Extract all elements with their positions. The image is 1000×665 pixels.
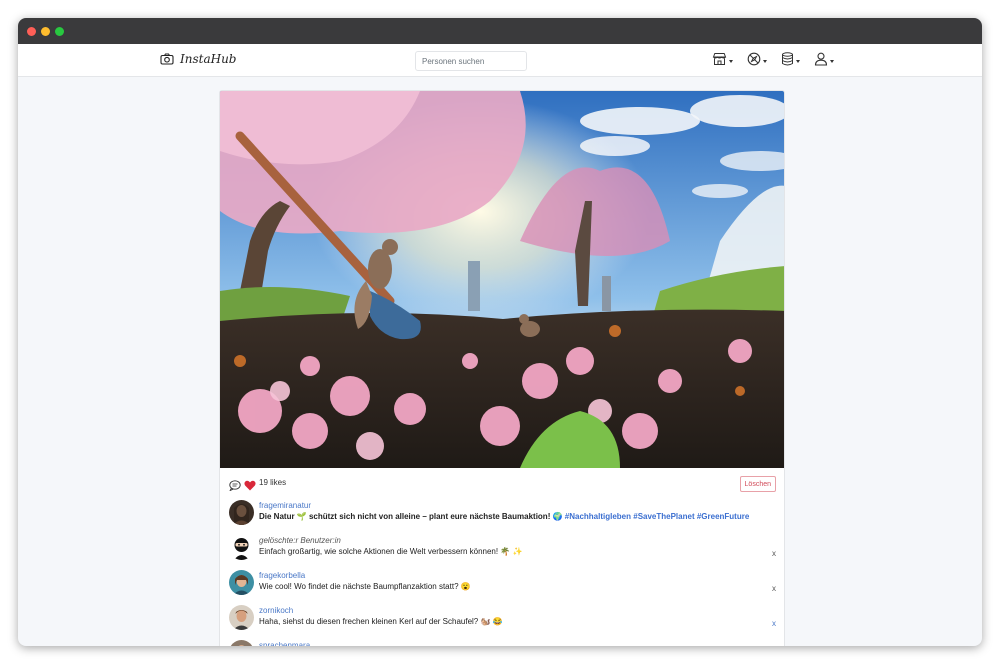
comment-username[interactable]: zornikoch	[259, 603, 784, 616]
post-card: 19 likes Löschen fragemiranatur Die Natu…	[219, 90, 785, 646]
post-image[interactable]	[220, 91, 785, 468]
explore-menu[interactable]	[747, 52, 767, 71]
user-menu[interactable]	[814, 52, 834, 71]
avatar[interactable]	[229, 500, 254, 525]
chevron-down-icon	[796, 60, 800, 63]
title-bar	[18, 18, 982, 44]
delete-comment-button[interactable]: x	[772, 619, 776, 628]
compass-icon	[747, 52, 761, 71]
caption-body: Die Natur 🌱 schützt sich nicht von allei…	[259, 512, 563, 521]
avatar[interactable]	[229, 640, 254, 646]
comment-text: Einfach großartig, wie solche Aktionen d…	[259, 547, 523, 556]
comment-item: sprachenmara	[220, 638, 784, 646]
comment-item: fragekorbella Wie cool! Wo findet die nä…	[220, 568, 784, 603]
caption-hashtags[interactable]: #Nachhaltigleben #SaveThePlanet #GreenFu…	[565, 512, 750, 521]
comment-username: gelöschte:r Benutzer:in	[259, 536, 341, 545]
navbar: InstaHub	[18, 44, 982, 77]
comment-username[interactable]: fragekorbella	[259, 568, 784, 581]
comment-icon[interactable]	[229, 478, 241, 496]
comment-list: fragemiranatur Die Natur 🌱 schützt sich …	[220, 498, 784, 646]
comment-text: Haha, siehst du diesen frechen kleinen K…	[259, 617, 503, 626]
comment-item: gelöschte:r Benutzer:in Einfach großarti…	[220, 533, 784, 568]
search-input[interactable]	[415, 51, 527, 71]
shop-icon	[712, 52, 727, 71]
ninja-avatar	[229, 535, 254, 560]
delete-comment-button[interactable]: x	[772, 549, 776, 558]
caption: fragemiranatur Die Natur 🌱 schützt sich …	[220, 498, 784, 533]
comment-username[interactable]: fragemiranatur	[259, 498, 784, 511]
caption-text: Die Natur 🌱 schützt sich nicht von allei…	[259, 511, 784, 523]
brand-name: InstaHub	[180, 52, 237, 66]
chevron-down-icon	[763, 60, 767, 63]
comment-text: Wie cool! Wo findet die nächste Baumpfla…	[259, 582, 471, 591]
heart-icon[interactable]	[244, 478, 256, 496]
camera-icon	[160, 53, 174, 65]
delete-button[interactable]: Löschen	[739, 476, 776, 492]
delete-comment-button[interactable]: x	[772, 584, 776, 593]
nav-icons	[712, 52, 834, 71]
database-menu[interactable]	[781, 52, 800, 71]
chevron-down-icon	[729, 60, 733, 63]
avatar[interactable]	[229, 570, 254, 595]
comment-item: zornikoch Haha, siehst du diesen frechen…	[220, 603, 784, 638]
comment-username[interactable]: sprachenmara	[259, 638, 784, 646]
close-window-button[interactable]	[27, 27, 36, 36]
shop-menu[interactable]	[712, 52, 733, 71]
avatar[interactable]	[229, 605, 254, 630]
chevron-down-icon	[830, 60, 834, 63]
database-icon	[781, 52, 794, 71]
user-icon	[814, 52, 828, 71]
zoom-window-button[interactable]	[55, 27, 64, 36]
likes-count: 19 likes	[259, 478, 287, 487]
minimize-window-button[interactable]	[41, 27, 50, 36]
brand-link[interactable]: InstaHub	[160, 52, 236, 66]
post-actions: 19 likes Löschen	[220, 468, 784, 498]
browser-window: InstaHub Personen suchen 19 likes Lösche…	[18, 18, 982, 646]
